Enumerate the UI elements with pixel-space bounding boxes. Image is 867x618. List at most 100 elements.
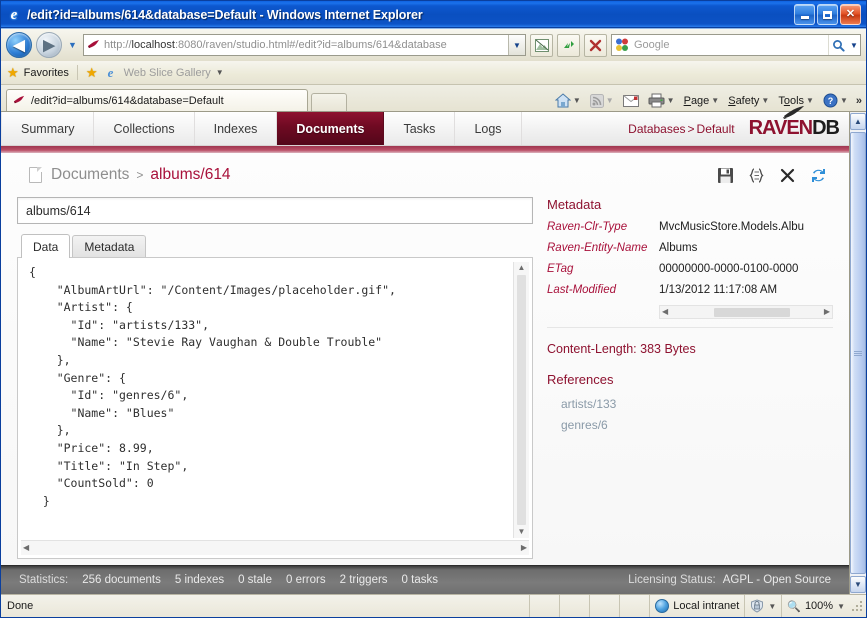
feeds-button[interactable]: ▼ bbox=[587, 93, 617, 109]
maximize-button[interactable] bbox=[817, 4, 838, 25]
metadata-column: Metadata Raven-Clr-Type MvcMusicStore.Mo… bbox=[547, 197, 833, 559]
safety-caret-icon[interactable]: ▼ bbox=[761, 96, 769, 105]
metadata-scroll-right-icon[interactable]: ▶ bbox=[824, 308, 830, 316]
editor-tabs: Data Metadata bbox=[17, 232, 533, 257]
tab-summary-label: Summary bbox=[21, 122, 74, 136]
logo-db-text: DB bbox=[812, 117, 839, 140]
back-button[interactable]: ◀ bbox=[6, 32, 32, 58]
command-bar-overflow-icon[interactable]: » bbox=[854, 95, 862, 107]
favorites-star-icon[interactable]: ★ bbox=[7, 66, 19, 79]
print-button[interactable]: ▼ bbox=[645, 92, 678, 109]
tab-indexes[interactable]: Indexes bbox=[195, 112, 278, 145]
database-breadcrumb: Databases>Default bbox=[628, 122, 734, 136]
address-bar[interactable]: http://localhost:8080/raven/studio.html#… bbox=[83, 34, 526, 56]
tab-indexes-label: Indexes bbox=[214, 122, 258, 136]
scroll-right-icon[interactable]: ▶ bbox=[521, 544, 527, 552]
reference-link[interactable]: genres/6 bbox=[547, 418, 833, 432]
scroll-down-icon[interactable]: ▼ bbox=[518, 528, 526, 536]
home-caret-icon[interactable]: ▼ bbox=[573, 96, 581, 105]
references-title: References bbox=[547, 372, 833, 387]
tools-caret-icon[interactable]: ▼ bbox=[806, 96, 814, 105]
documents-breadcrumb-link[interactable]: Documents bbox=[51, 166, 129, 184]
stat-tasks: 0 tasks bbox=[402, 574, 438, 586]
security-zone[interactable]: Local intranet bbox=[649, 595, 744, 617]
favorites-label[interactable]: Favorites bbox=[24, 67, 69, 79]
page-scroll-down-icon[interactable]: ▼ bbox=[850, 576, 866, 593]
help-menu-button[interactable]: ? ▼ bbox=[820, 92, 851, 109]
compatibility-view-icon[interactable] bbox=[530, 34, 553, 57]
document-id-breadcrumb: albums/614 bbox=[150, 166, 230, 184]
page-scroll-thumb[interactable] bbox=[850, 132, 866, 574]
command-bar: ▼ ▼ bbox=[552, 92, 862, 109]
tab-collections-label: Collections bbox=[113, 122, 174, 136]
json-editor-panel[interactable]: { "AlbumArtUrl": "/Content/Images/placeh… bbox=[17, 257, 533, 559]
metadata-table: Raven-Clr-Type MvcMusicStore.Models.Albu… bbox=[547, 221, 833, 328]
json-vertical-scrollbar[interactable]: ▲ ▼ bbox=[513, 262, 529, 538]
json-editor-inner: { "AlbumArtUrl": "/Content/Images/placeh… bbox=[21, 262, 529, 538]
safety-menu-button[interactable]: Safety ▼ bbox=[725, 94, 772, 108]
statistics-label: Statistics: bbox=[19, 574, 68, 586]
metadata-scroll-left-icon[interactable]: ◀ bbox=[662, 308, 668, 316]
document-header: Documents > albums/614 bbox=[17, 153, 833, 197]
save-icon[interactable] bbox=[716, 166, 734, 184]
document-id-input[interactable]: albums/614 bbox=[17, 197, 533, 224]
raven-bird-icon bbox=[783, 106, 805, 119]
close-window-button[interactable]: ✕ bbox=[840, 4, 861, 25]
page-scroll-up-icon[interactable]: ▲ bbox=[850, 113, 866, 130]
web-slice-caret-icon[interactable]: ▼ bbox=[216, 68, 224, 77]
home-button[interactable]: ▼ bbox=[552, 92, 584, 109]
delete-icon[interactable] bbox=[778, 166, 796, 184]
json-document-content[interactable]: { "AlbumArtUrl": "/Content/Images/placeh… bbox=[21, 262, 513, 538]
web-slice-gallery-label[interactable]: Web Slice Gallery bbox=[124, 67, 211, 79]
breadcrumb-current-db[interactable]: Default bbox=[697, 122, 735, 136]
page-menu-button[interactable]: Page ▼ bbox=[681, 94, 723, 108]
browser-tab[interactable]: /edit?id=albums/614&database=Default bbox=[6, 89, 308, 111]
refresh-icon[interactable] bbox=[809, 166, 827, 184]
scroll-left-icon[interactable]: ◀ bbox=[23, 544, 29, 552]
tab-data[interactable]: Data bbox=[21, 234, 70, 258]
add-to-favorites-icon[interactable]: ★ bbox=[86, 66, 98, 79]
tab-summary[interactable]: Summary bbox=[1, 112, 94, 145]
address-dropdown-icon[interactable]: ▼ bbox=[508, 35, 525, 55]
internet-zone-icon bbox=[655, 599, 669, 613]
recent-pages-dropdown-icon[interactable]: ▼ bbox=[66, 40, 79, 50]
vertical-scroll-thumb[interactable] bbox=[517, 275, 526, 525]
help-caret-icon[interactable]: ▼ bbox=[840, 96, 848, 105]
tab-documents[interactable]: Documents bbox=[277, 112, 384, 145]
print-caret-icon[interactable]: ▼ bbox=[667, 96, 675, 105]
window-resize-grip[interactable] bbox=[850, 599, 864, 613]
scroll-up-icon[interactable]: ▲ bbox=[518, 264, 526, 272]
breadcrumb-databases-link[interactable]: Databases bbox=[628, 122, 685, 136]
reference-link[interactable]: artists/133 bbox=[547, 397, 833, 411]
document-icon bbox=[29, 167, 42, 183]
format-json-icon[interactable] bbox=[747, 166, 765, 184]
zoom-control[interactable]: 🔍 100% ▼ bbox=[781, 595, 850, 617]
metadata-value: 1/13/2012 11:17:08 AM bbox=[659, 284, 833, 296]
search-input[interactable]: Google ▼ bbox=[611, 34, 861, 56]
feeds-caret-icon: ▼ bbox=[606, 96, 614, 105]
stat-errors: 0 errors bbox=[286, 574, 326, 586]
stop-loading-icon[interactable] bbox=[584, 34, 607, 57]
forward-button[interactable]: ▶ bbox=[36, 32, 62, 58]
protected-mode-indicator[interactable]: ▼ bbox=[744, 595, 781, 617]
tab-tasks[interactable]: Tasks bbox=[384, 112, 455, 145]
refresh-page-icon[interactable] bbox=[557, 34, 580, 57]
tab-metadata[interactable]: Metadata bbox=[72, 235, 146, 257]
tab-collections[interactable]: Collections bbox=[94, 112, 194, 145]
zoom-caret-icon[interactable]: ▼ bbox=[837, 602, 845, 611]
page-caret-icon[interactable]: ▼ bbox=[711, 96, 719, 105]
site-favicon bbox=[87, 38, 101, 52]
metadata-scroll-thumb[interactable] bbox=[714, 308, 790, 317]
search-go-icon[interactable] bbox=[828, 35, 848, 55]
metadata-horizontal-scrollbar[interactable]: ◀ ▶ bbox=[659, 305, 833, 319]
protected-mode-caret-icon[interactable]: ▼ bbox=[768, 602, 776, 611]
page-scrollbar[interactable]: ▲ ▼ bbox=[849, 112, 866, 594]
read-mail-button[interactable] bbox=[620, 94, 642, 108]
metadata-row: ETag 00000000-0000-0100-0000 bbox=[547, 263, 833, 275]
tab-logs[interactable]: Logs bbox=[455, 112, 521, 145]
minimize-button[interactable] bbox=[794, 4, 815, 25]
page-scroll-track[interactable] bbox=[850, 131, 866, 575]
new-tab-button[interactable] bbox=[311, 93, 347, 111]
json-horizontal-scrollbar[interactable]: ◀ ▶ bbox=[21, 540, 529, 555]
search-provider-dropdown-icon[interactable]: ▼ bbox=[848, 41, 860, 50]
